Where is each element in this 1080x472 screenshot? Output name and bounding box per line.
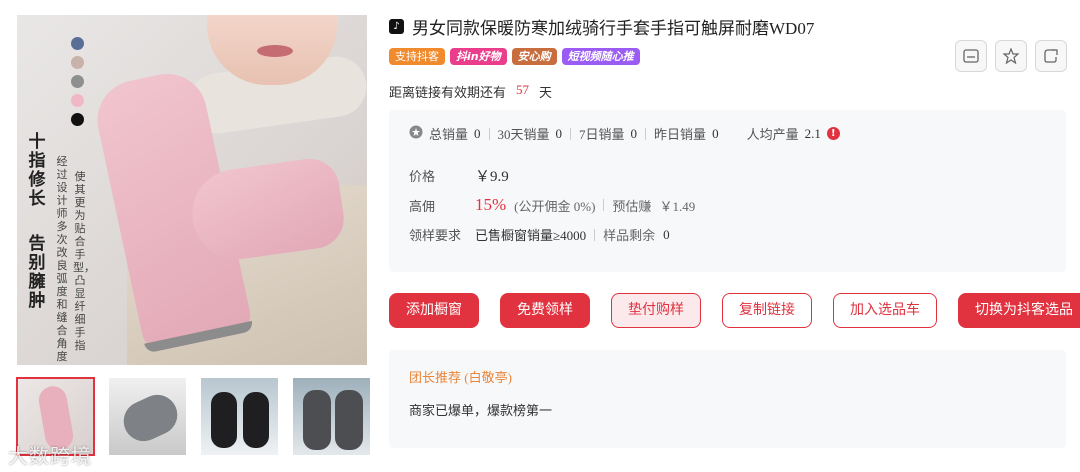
recommend-text: 商家已爆单，爆款榜第一 — [409, 403, 553, 418]
sales-stats-row: 总销量 0 30天销量 0 7日销量 0 昨日销量 0 人均产量 2.1 ! — [409, 124, 840, 143]
stat-7-day-sales-label: 7日销量 — [579, 127, 625, 142]
vertical-slogan-2: 告别臃肿 — [28, 234, 46, 311]
validity-label: 距离链接有效期还有 — [389, 85, 507, 100]
swatch-navy — [71, 37, 84, 50]
thumbnail-black-glove[interactable] — [201, 378, 278, 455]
stat-7-day-sales-value: 0 — [630, 125, 638, 141]
product-title-row: ♪ 男女同款保暖防寒加绒骑行手套手指可触屏耐磨WD07 — [389, 14, 814, 39]
recommend-card: 团长推荐 (白敬亭) 商家已爆单，爆款榜第一 — [389, 350, 1066, 448]
validity-days: 57 — [516, 82, 530, 97]
swatch-black — [71, 113, 84, 126]
paid-sample-button[interactable]: 垫付购样 — [611, 293, 701, 328]
swatch-gray — [71, 75, 84, 88]
estimate-label: 预估赚 — [612, 198, 652, 214]
wallet-icon[interactable] — [955, 40, 987, 72]
color-swatches — [71, 37, 84, 126]
swatch-pink — [71, 94, 84, 107]
thumbnail-dark-gray-glove[interactable] — [293, 378, 370, 455]
tag-support-douke: 支持抖客 — [389, 48, 445, 65]
free-sample-button[interactable]: 免费领样 — [500, 293, 590, 328]
tag-douin-good: 抖in好物 — [450, 48, 507, 65]
stat-total-sales: 总销量 0 — [429, 124, 481, 143]
price-row: 价格 ￥9.9 — [409, 165, 509, 186]
thumbnail-gray-glove[interactable] — [109, 378, 186, 455]
commission-label: 高佣 — [409, 198, 436, 214]
model-lips — [257, 45, 293, 57]
stat-30-day-sales: 30天销量 0 — [498, 124, 563, 143]
price-label: 价格 — [409, 169, 436, 184]
sample-row: 领样要求 已售橱窗销量≥4000 样品剩余 0 — [409, 225, 670, 244]
watermark: 大数跨境 — [8, 444, 92, 468]
sample-req-value: 已售橱窗销量≥4000 — [475, 228, 587, 243]
add-window-button[interactable]: 添加橱窗 — [389, 293, 479, 328]
commission-rate: 15% — [475, 195, 507, 214]
favorite-star-icon[interactable] — [995, 40, 1027, 72]
stat-total-sales-label: 总销量 — [429, 127, 469, 142]
sales-info-icon — [409, 125, 423, 143]
top-action-icons — [955, 40, 1067, 72]
tag-short-video: 短视频随心推 — [561, 48, 640, 65]
tag-safe-buy: 安心购 — [511, 48, 557, 65]
public-commission: (公开佣金 0%) — [514, 198, 596, 214]
share-icon[interactable] — [1035, 40, 1067, 72]
vertical-desc-1: 使其更为贴合手型，凸显纤细手指 — [73, 170, 95, 352]
info-icon[interactable]: ! — [826, 127, 840, 140]
stat-total-sales-value: 0 — [474, 125, 481, 141]
copy-link-button[interactable]: 复制链接 — [722, 293, 812, 328]
stat-7-day-sales: 7日销量 0 — [579, 124, 637, 143]
validity-unit: 天 — [539, 85, 553, 100]
stat-per-capita-value: 2.1 — [804, 125, 821, 141]
action-buttons: 添加橱窗 免费领样 垫付购样 复制链接 加入选品车 切换为抖客选品 — [389, 293, 1080, 328]
recommend-title: 团长推荐 (白敬亭) — [409, 370, 512, 385]
douyin-icon: ♪ — [389, 19, 404, 34]
stat-yesterday-sales-value: 0 — [712, 125, 719, 141]
add-cart-button[interactable]: 加入选品车 — [833, 293, 937, 328]
stat-yesterday-sales: 昨日销量 0 — [654, 124, 719, 143]
estimate-value: ￥1.49 — [659, 198, 696, 214]
stat-per-capita-label: 人均产量 — [746, 127, 799, 142]
vertical-desc-2: 经过设计师多次改良弧度和缝合角度 — [56, 155, 68, 363]
stat-30-day-sales-label: 30天销量 — [497, 127, 550, 142]
main-product-image: 十指修长 告别臃肿 使其更为贴合手型，凸显纤细手指 经过设计师多次改良弧度和缝合… — [17, 15, 367, 365]
stat-30-day-sales-value: 0 — [555, 125, 563, 141]
stat-yesterday-sales-label: 昨日销量 — [654, 127, 707, 142]
price-value: ￥9.9 — [475, 169, 509, 185]
stat-per-capita: 人均产量 2.1 — [747, 124, 821, 143]
sample-left-value: 0 — [663, 226, 670, 242]
vertical-slogan-1: 十指修长 — [28, 132, 46, 209]
product-title: 男女同款保暖防寒加绒骑行手套手指可触屏耐磨WD07 — [412, 19, 815, 38]
switch-douke-button[interactable]: 切换为抖客选品 — [958, 293, 1080, 328]
commission-row: 高佣 15% (公开佣金 0%) 预估赚 ￥1.49 — [409, 195, 695, 215]
product-tags: 支持抖客 抖in好物 安心购 短视频随心推 — [389, 48, 640, 65]
sample-req-label: 领样要求 — [409, 228, 462, 243]
link-validity: 距离链接有效期还有 57 天 — [389, 82, 552, 101]
stats-card: 总销量 0 30天销量 0 7日销量 0 昨日销量 0 人均产量 2.1 ! 价… — [389, 110, 1066, 272]
swatch-beige — [71, 56, 84, 69]
sample-left-label: 样品剩余 — [603, 228, 656, 243]
